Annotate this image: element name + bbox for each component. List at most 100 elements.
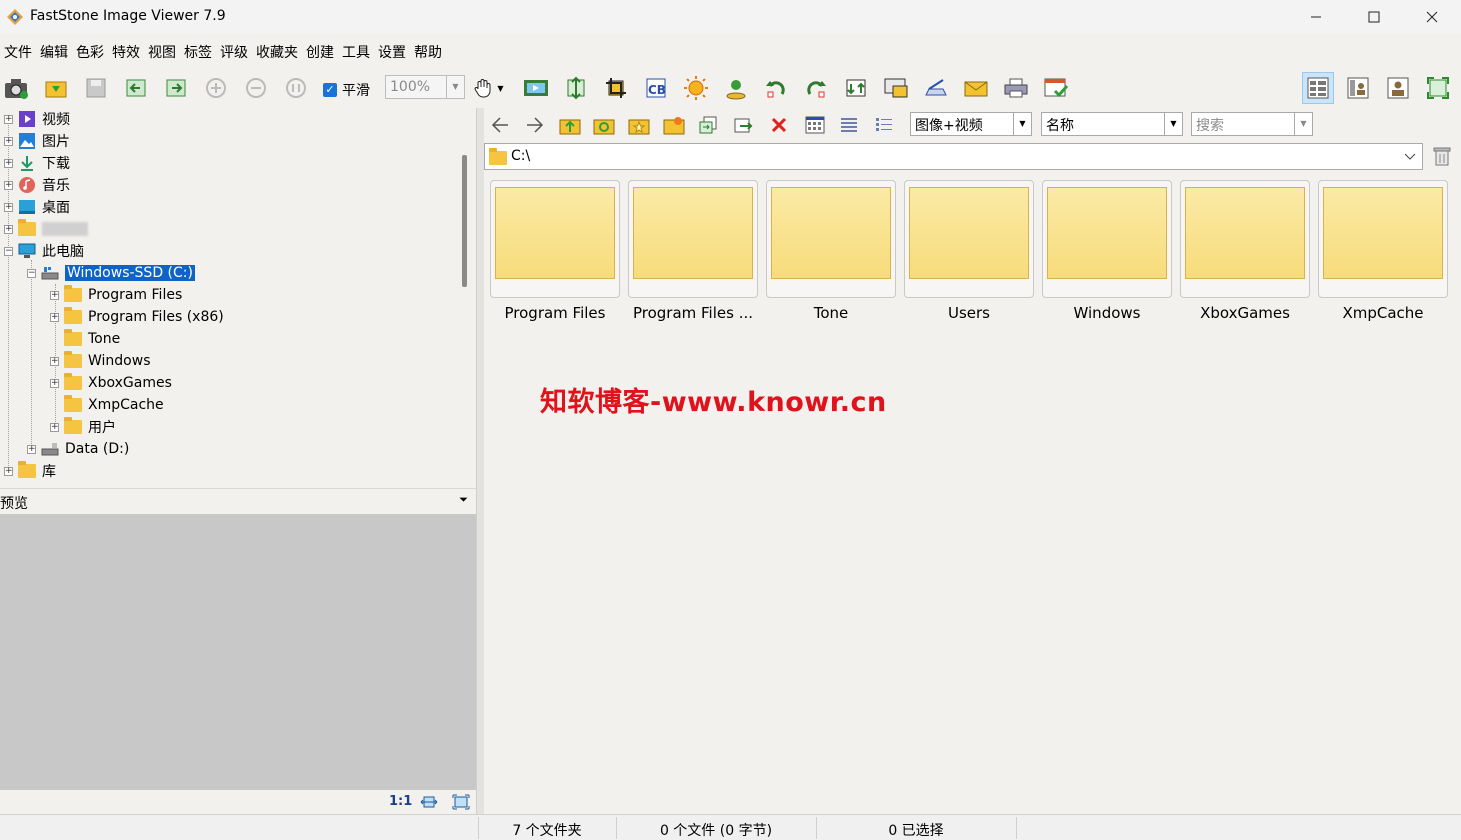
details-view-button[interactable]	[870, 112, 898, 138]
tree-item-pictures[interactable]: + 图片	[4, 130, 70, 152]
menu-effects[interactable]: 特效	[108, 38, 144, 64]
save-button[interactable]	[80, 72, 112, 104]
fit-window-icon[interactable]	[452, 794, 470, 810]
tree-item-tone[interactable]: Tone	[50, 328, 120, 350]
tree-item-drive-c[interactable]: − Windows-SSD (C:)	[27, 262, 195, 284]
tree-item-xmpcache[interactable]: XmpCache	[50, 394, 164, 416]
brightness-button[interactable]	[680, 72, 712, 104]
tree-item-user-folder[interactable]: +	[4, 218, 88, 240]
wallpaper-button[interactable]	[880, 72, 912, 104]
tree-item-program-files-x86[interactable]: + Program Files (x86)	[50, 306, 224, 328]
menu-create[interactable]: 创建	[302, 38, 338, 64]
scan-button[interactable]	[920, 72, 952, 104]
pane-splitter[interactable]	[476, 108, 484, 814]
menu-file[interactable]: 文件	[0, 38, 36, 64]
resize-button[interactable]	[560, 72, 592, 104]
delete-button[interactable]	[765, 112, 793, 138]
tree-item-desktop[interactable]: + 桌面	[4, 196, 70, 218]
close-button[interactable]	[1403, 0, 1461, 34]
zoom-in-button[interactable]	[200, 72, 232, 104]
menu-view[interactable]: 视图	[144, 38, 180, 64]
expand-icon[interactable]: +	[4, 224, 13, 234]
tree-item-videos[interactable]: + 视频	[4, 108, 70, 130]
hand-tool-button[interactable]: ▼	[472, 72, 504, 104]
menu-edit[interactable]: 编辑	[36, 38, 72, 64]
rotate-left-button[interactable]	[760, 72, 792, 104]
menu-tools[interactable]: 工具	[338, 38, 374, 64]
folder-thumb-tone[interactable]	[766, 180, 896, 298]
tree-item-drive-d[interactable]: + Data (D:)	[27, 438, 129, 460]
favorite-folder-button[interactable]	[625, 112, 653, 138]
browser-mode-button[interactable]	[1302, 72, 1334, 104]
rotate-right-button[interactable]	[800, 72, 832, 104]
expand-icon[interactable]: +	[50, 312, 59, 322]
crop-button[interactable]	[600, 72, 632, 104]
actual-size-ratio[interactable]: 1:1	[389, 794, 412, 809]
fullscreen-button[interactable]	[1422, 72, 1454, 104]
expand-icon[interactable]: +	[50, 290, 59, 300]
sort-combo[interactable]: 名称 ▼	[1041, 112, 1183, 136]
new-folder-button[interactable]	[660, 112, 688, 138]
zoom-combo[interactable]: 100% ▼	[385, 75, 465, 99]
tree-item-libraries[interactable]: + 库	[4, 460, 56, 482]
previous-button[interactable]	[120, 72, 152, 104]
expand-icon[interactable]: +	[27, 444, 36, 454]
menu-settings[interactable]: 设置	[374, 38, 410, 64]
refresh-button[interactable]	[590, 112, 618, 138]
collapse-chevron-icon[interactable]: ⏷	[459, 493, 468, 507]
tree-item-users[interactable]: + 用户	[50, 416, 116, 438]
folder-thumb-windows[interactable]	[1042, 180, 1172, 298]
forward-button[interactable]	[521, 112, 549, 138]
move-to-button[interactable]	[729, 112, 757, 138]
search-combo[interactable]: 搜索 ▼	[1191, 112, 1313, 136]
menu-favorites[interactable]: 收藏夹	[252, 38, 302, 64]
chevron-down-icon[interactable]	[1404, 150, 1416, 162]
email-button[interactable]	[960, 72, 992, 104]
tree-item-this-pc[interactable]: − 此电脑	[4, 240, 84, 262]
recycle-bin-icon[interactable]	[1431, 145, 1453, 167]
expand-icon[interactable]: +	[50, 378, 59, 388]
batch-button[interactable]	[1040, 72, 1072, 104]
folder-thumb-users[interactable]	[904, 180, 1034, 298]
tree-scrollbar[interactable]	[462, 155, 467, 287]
zoom-out-button[interactable]	[240, 72, 272, 104]
expand-icon[interactable]: +	[4, 180, 13, 190]
print-button[interactable]	[1000, 72, 1032, 104]
fit-width-icon[interactable]	[420, 794, 438, 810]
open-button[interactable]	[40, 72, 72, 104]
back-button[interactable]	[486, 112, 514, 138]
red-eye-button[interactable]	[720, 72, 752, 104]
filter-combo[interactable]: 图像+视频 ▼	[910, 112, 1032, 136]
folder-thumb-xmpcache[interactable]	[1318, 180, 1448, 298]
thumbnails-view-button[interactable]	[801, 112, 829, 138]
browser-preview-mode-button[interactable]	[1342, 72, 1374, 104]
flip-button[interactable]	[840, 72, 872, 104]
expand-icon[interactable]: +	[4, 136, 13, 146]
expand-icon[interactable]: +	[4, 158, 13, 168]
expand-icon[interactable]: +	[4, 202, 13, 212]
menu-tags[interactable]: 标签	[180, 38, 216, 64]
list-view-button[interactable]	[835, 112, 863, 138]
minimize-button[interactable]	[1287, 0, 1345, 34]
copy-to-button[interactable]	[695, 112, 723, 138]
expand-icon[interactable]: +	[50, 422, 59, 432]
tree-item-xboxgames[interactable]: + XboxGames	[50, 372, 172, 394]
tree-item-program-files[interactable]: + Program Files	[50, 284, 182, 306]
tree-item-music[interactable]: + 音乐	[4, 174, 70, 196]
smooth-checkbox[interactable]: ✓ 平滑	[323, 80, 370, 100]
expand-icon[interactable]: +	[50, 356, 59, 366]
expand-icon[interactable]: +	[4, 466, 13, 476]
tree-item-windows[interactable]: + Windows	[50, 350, 151, 372]
folder-thumb-xboxgames[interactable]	[1180, 180, 1310, 298]
slideshow-button[interactable]	[520, 72, 552, 104]
tree-item-downloads[interactable]: + 下载	[4, 152, 70, 174]
menu-rating[interactable]: 评级	[216, 38, 252, 64]
menu-color[interactable]: 色彩	[72, 38, 108, 64]
actual-size-button[interactable]	[280, 72, 312, 104]
camera-button[interactable]	[0, 72, 32, 104]
menu-help[interactable]: 帮助	[410, 38, 446, 64]
folder-thumb-program-files[interactable]	[490, 180, 620, 298]
full-preview-mode-button[interactable]	[1382, 72, 1414, 104]
collapse-icon[interactable]: −	[4, 246, 13, 256]
color-balance-button[interactable]: CB	[640, 72, 672, 104]
